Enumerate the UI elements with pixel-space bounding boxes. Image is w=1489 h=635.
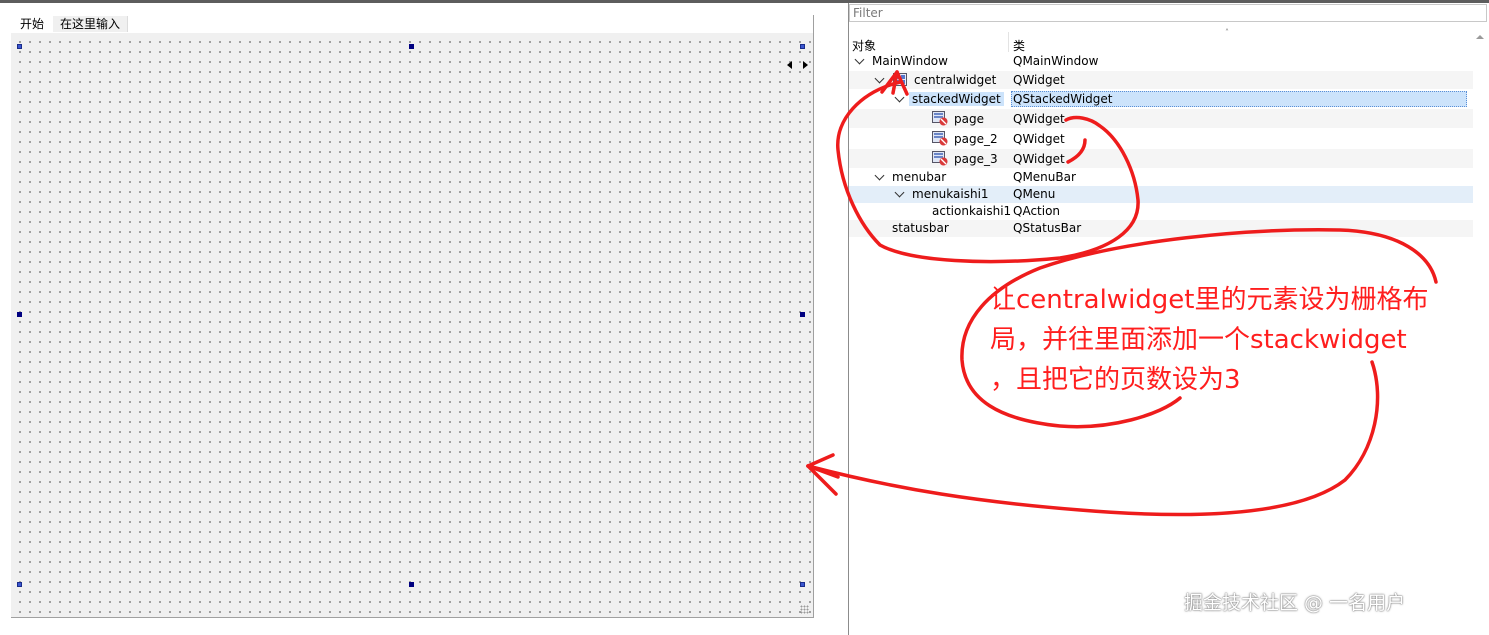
tree-row-name: stackedWidget (909, 92, 1004, 106)
tree-row[interactable]: actionkaishi1 QAction (849, 203, 1473, 220)
annotation-line: 局，并往里面添加一个stackwidget (990, 325, 1407, 355)
resize-handle-bottom-middle[interactable] (409, 582, 414, 587)
chevron-down-icon[interactable] (894, 187, 905, 198)
watermark: 掘金技术社区 @ 一名用户 (1184, 592, 1406, 614)
tree-row-class: QAction (1013, 204, 1061, 218)
tree-row-class: QMenu (1013, 187, 1056, 201)
tree-row-name: statusbar (892, 221, 949, 235)
column-separator[interactable] (1008, 32, 1009, 52)
tree-row[interactable]: menubar QMenuBar (849, 169, 1473, 186)
resize-handle-middle-left[interactable] (17, 312, 22, 317)
tree-row-name: MainWindow (872, 54, 948, 68)
tree-row-selected[interactable]: stackedWidget QStackedWidget (849, 90, 1473, 108)
tree-row[interactable]: centralwidget QWidget (849, 71, 1473, 89)
tree-header: ˄ 对象 类 (849, 27, 1474, 53)
sort-up-icon: ˄ (1225, 28, 1229, 37)
menu-item-kaishi[interactable]: 开始 (13, 16, 51, 32)
resize-handle-middle-right[interactable] (800, 312, 805, 317)
annotation-text: 让centralwidget里的元素设为栅格布 局，并往里面添加一个stackw… (990, 280, 1480, 400)
chevron-down-icon[interactable] (874, 73, 885, 84)
tree-row-class: QWidget (1013, 112, 1065, 126)
annotation-line: 让centralwidget里的元素设为栅格布 (990, 285, 1429, 315)
tree-row-name: centralwidget (914, 73, 997, 87)
tree-row[interactable]: page_3 QWidget (849, 149, 1473, 168)
chevron-down-icon[interactable] (874, 170, 885, 181)
tree-row-class: QWidget (1013, 152, 1065, 166)
central-widget-canvas[interactable] (11, 33, 813, 617)
chevron-down-icon[interactable] (854, 54, 865, 65)
tree-row[interactable]: statusbar QStatusBar (849, 220, 1473, 237)
filter-input[interactable] (849, 4, 1487, 22)
tree-row[interactable]: MainWindow QMainWindow (849, 52, 1473, 70)
tree-row-name: menubar (892, 170, 947, 184)
scroll-up-icon[interactable] (1476, 35, 1484, 39)
tree-row-name: page (954, 112, 984, 126)
form-menubar: 开始 在这里输入 (11, 15, 813, 33)
no-layout-icon (932, 151, 948, 166)
tree-row-class: QMainWindow (1013, 54, 1099, 68)
resize-handle-bottom-left[interactable] (17, 582, 22, 587)
vertical-scrollbar[interactable] (1473, 30, 1487, 235)
tree-row-name: actionkaishi1 (932, 204, 1012, 218)
tree-row-name: page_3 (954, 152, 998, 166)
resize-handle-top-right[interactable] (800, 44, 805, 49)
tree-row[interactable]: page_2 QWidget (849, 129, 1473, 148)
no-layout-icon (932, 111, 948, 126)
tree-row-class: QWidget (1013, 73, 1065, 87)
grid-layout-icon (893, 73, 907, 86)
tree-row-class: QStackedWidget (1011, 91, 1467, 107)
form-editor-area: 开始 在这里输入 (0, 3, 848, 635)
tree-row[interactable]: page QWidget (849, 109, 1473, 128)
tree-row-class: QMenuBar (1013, 170, 1076, 184)
annotation-line: ，且把它的页数设为3 (990, 365, 1241, 395)
menu-item-type-here[interactable]: 在这里输入 (53, 16, 129, 32)
resize-handle-top-left[interactable] (17, 44, 22, 49)
no-layout-icon (932, 131, 948, 146)
tree-row-name: page_2 (954, 132, 998, 146)
main-window-form[interactable]: 开始 在这里输入 (11, 15, 814, 618)
resize-handle-bottom-right[interactable] (800, 582, 805, 587)
next-page-icon[interactable] (803, 61, 808, 69)
size-grip-icon[interactable] (800, 605, 809, 614)
tree-row[interactable]: menukaishi1 QMenu (849, 186, 1473, 203)
tree-row-class: QStatusBar (1013, 221, 1082, 235)
tree-row-class: QWidget (1013, 132, 1065, 146)
tree-row-name: menukaishi1 (912, 187, 989, 201)
resize-handle-top-middle[interactable] (409, 44, 414, 49)
chevron-down-icon[interactable] (894, 92, 905, 103)
previous-page-icon[interactable] (787, 61, 792, 69)
designer-screen: 开始 在这里输入 ˄ 对象 类 (0, 0, 1489, 635)
